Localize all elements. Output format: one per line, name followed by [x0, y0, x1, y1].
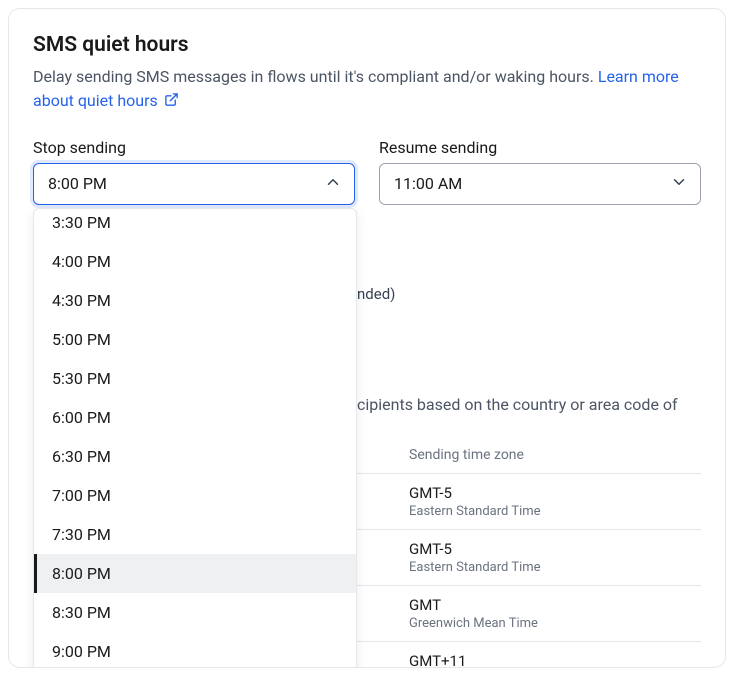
- dropdown-option[interactable]: 8:00 PM: [34, 554, 356, 593]
- table-cell-timezone: GMT+11: [409, 652, 701, 668]
- dropdown-option[interactable]: 6:30 PM: [34, 437, 356, 476]
- dropdown-option[interactable]: 8:30 PM: [34, 593, 356, 632]
- dropdown-option[interactable]: 5:00 PM: [34, 320, 356, 359]
- table-col-timezone: Sending time zone: [409, 447, 701, 463]
- description-text: Delay sending SMS messages in flows unti…: [33, 67, 598, 86]
- table-cell-timezone: GMT Greenwich Mean Time: [409, 596, 701, 631]
- external-link-icon: [164, 90, 179, 114]
- resume-sending-value: 11:00 AM: [394, 174, 462, 193]
- table-cell-timezone: GMT-5 Eastern Standard Time: [409, 540, 701, 575]
- resume-sending-select[interactable]: 11:00 AM: [379, 163, 701, 205]
- timezone-code: GMT: [409, 596, 701, 614]
- table-cell-timezone: GMT-5 Eastern Standard Time: [409, 484, 701, 519]
- chevron-up-icon: [324, 173, 342, 195]
- stop-sending-select[interactable]: 8:00 PM: [33, 163, 355, 205]
- dropdown-option[interactable]: 4:00 PM: [34, 242, 356, 281]
- timezone-code: GMT+11: [409, 652, 701, 668]
- timezone-name: Eastern Standard Time: [409, 560, 701, 575]
- stop-sending-dropdown[interactable]: 3:30 PM4:00 PM4:30 PM5:00 PM5:30 PM6:00 …: [33, 208, 357, 668]
- time-fields-row: Stop sending 8:00 PM 3:30 PM4:00 PM4:30 …: [33, 138, 701, 205]
- timezone-name: Eastern Standard Time: [409, 504, 701, 519]
- section-description: Delay sending SMS messages in flows unti…: [33, 65, 701, 114]
- dropdown-option[interactable]: 3:30 PM: [34, 209, 356, 242]
- resume-sending-label: Resume sending: [379, 138, 701, 157]
- timezone-name: Greenwich Mean Time: [409, 616, 701, 631]
- dropdown-option[interactable]: 4:30 PM: [34, 281, 356, 320]
- section-title: SMS quiet hours: [33, 33, 701, 57]
- dropdown-option[interactable]: 7:00 PM: [34, 476, 356, 515]
- stop-sending-field: Stop sending 8:00 PM 3:30 PM4:00 PM4:30 …: [33, 138, 355, 205]
- dropdown-option[interactable]: 9:00 PM: [34, 632, 356, 668]
- resume-sending-field: Resume sending 11:00 AM: [379, 138, 701, 205]
- quiet-hours-card: SMS quiet hours Delay sending SMS messag…: [8, 8, 726, 668]
- timezone-code: GMT-5: [409, 540, 701, 558]
- dropdown-option[interactable]: 6:00 PM: [34, 398, 356, 437]
- dropdown-option[interactable]: 7:30 PM: [34, 515, 356, 554]
- chevron-down-icon: [670, 173, 688, 195]
- stop-sending-label: Stop sending: [33, 138, 355, 157]
- dropdown-option[interactable]: 5:30 PM: [34, 359, 356, 398]
- stop-sending-value: 8:00 PM: [48, 174, 107, 193]
- timezone-code: GMT-5: [409, 484, 701, 502]
